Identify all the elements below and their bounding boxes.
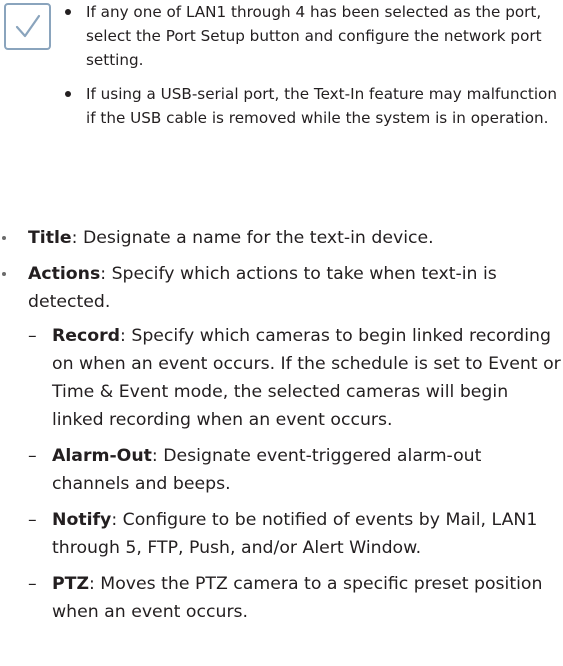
note-item: If any one of LAN1 through 4 has been se… [64, 0, 563, 72]
sub-item-notify: – Notify: Configure to be notified of ev… [28, 506, 563, 562]
settings-list: Title: Designate a name for the text-in … [0, 224, 563, 634]
check-icon [4, 3, 51, 50]
sub-item-description: : Configure to be notified of events by … [52, 510, 538, 558]
dash-icon: – [28, 574, 37, 594]
dash-icon: – [28, 326, 37, 346]
dash-icon: – [28, 510, 37, 530]
sub-item-term: Notify [52, 510, 112, 530]
bullet-icon [65, 9, 71, 15]
note-text: If using a USB-serial port, the Text-In … [86, 85, 557, 127]
dash-icon: – [28, 446, 37, 466]
actions-sublist: – Record: Specify which cameras to begin… [28, 322, 563, 626]
sub-item-ptz: – PTZ: Moves the PTZ camera to a specifi… [28, 570, 563, 626]
note-text: If any one of LAN1 through 4 has been se… [86, 3, 542, 69]
sub-item-description: : Moves the PTZ camera to a specific pre… [52, 574, 543, 622]
sub-item-description: : Specify which cameras to begin linked … [52, 326, 561, 430]
item-term: Actions [28, 264, 101, 284]
list-item-title: Title: Designate a name for the text-in … [0, 224, 563, 252]
note-item: If using a USB-serial port, the Text-In … [64, 82, 563, 130]
sub-item-term: Alarm-Out [52, 446, 152, 466]
bullet-icon [2, 272, 6, 276]
sub-item-record: – Record: Specify which cameras to begin… [28, 322, 563, 434]
sub-item-term: Record [52, 326, 121, 346]
list-item-actions: Actions: Specify which actions to take w… [0, 260, 563, 626]
note-list: If any one of LAN1 through 4 has been se… [64, 0, 563, 140]
sub-item-term: PTZ [52, 574, 89, 594]
item-description: : Designate a name for the text-in devic… [71, 228, 434, 248]
bullet-icon [2, 236, 6, 240]
sub-item-alarm-out: – Alarm-Out: Designate event-triggered a… [28, 442, 563, 498]
bullet-icon [65, 91, 71, 97]
item-term: Title [28, 228, 72, 248]
